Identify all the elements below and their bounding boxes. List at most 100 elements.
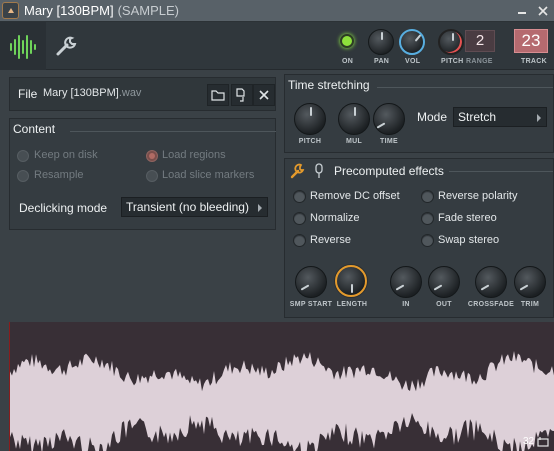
swap-stereo-label: Swap stereo bbox=[438, 234, 500, 246]
file-label: File bbox=[18, 87, 38, 101]
wrench-icon bbox=[56, 36, 77, 56]
fade-stereo-radio[interactable] bbox=[421, 212, 434, 225]
title-bar[interactable]: Mary [130BPM] (SAMPLE) bbox=[0, 0, 554, 22]
trim-knob[interactable] bbox=[514, 266, 546, 298]
open-file-button[interactable] bbox=[207, 84, 229, 106]
fade-in-knob-indicator bbox=[395, 284, 405, 291]
on-label: ON bbox=[342, 58, 354, 65]
trim-knob-indicator bbox=[519, 284, 529, 291]
reverse-label: Reverse bbox=[310, 234, 351, 246]
precomputed-effects-panel: Precomputed effects Remove DC offset Rev… bbox=[284, 158, 554, 318]
waveform-display[interactable] bbox=[9, 322, 554, 451]
crossfade-knob[interactable] bbox=[475, 266, 507, 298]
stretch-mode-select[interactable]: Stretch bbox=[453, 107, 547, 127]
declicking-mode-value: Transient (no bleeding) bbox=[126, 200, 249, 214]
volume-knob-indicator bbox=[414, 34, 422, 42]
microphone-icon[interactable] bbox=[313, 163, 325, 179]
length-knob-indicator bbox=[351, 284, 353, 293]
resample-label: Resample bbox=[34, 169, 84, 181]
length-label: LENGTH bbox=[336, 301, 368, 308]
minimize-icon bbox=[518, 12, 526, 14]
precomputed-effects-title: Precomputed effects bbox=[334, 164, 444, 178]
file-name[interactable]: Mary [130BPM].wav bbox=[43, 87, 141, 99]
content-panel: Content Keep on disk Load regions Resamp… bbox=[9, 118, 276, 230]
waveform-icon bbox=[10, 35, 36, 59]
stretch-pitch-label: PITCH bbox=[298, 138, 322, 145]
folder-icon bbox=[211, 90, 225, 101]
remove-dc-offset-radio[interactable] bbox=[293, 190, 306, 203]
remove-file-button[interactable] bbox=[253, 84, 275, 106]
pitch-range-value[interactable]: 2 bbox=[465, 30, 495, 52]
stretch-pitch-knob[interactable] bbox=[294, 103, 326, 135]
window-menu-icon[interactable] bbox=[2, 2, 19, 19]
load-slice-markers-label: Load slice markers bbox=[162, 169, 255, 181]
locate-file-button[interactable] bbox=[231, 84, 253, 106]
keep-on-disk-radio[interactable] bbox=[17, 150, 29, 162]
effects-divider bbox=[449, 171, 553, 172]
fade-in-knob[interactable] bbox=[390, 266, 422, 298]
close-icon bbox=[259, 90, 269, 100]
stretch-pitch-knob-indicator bbox=[310, 107, 312, 116]
dropdown-arrow-icon bbox=[537, 114, 541, 122]
fade-out-knob-indicator bbox=[433, 284, 443, 291]
fade-stereo-label: Fade stereo bbox=[438, 212, 497, 224]
content-title: Content bbox=[13, 122, 56, 136]
fade-out-label: OUT bbox=[436, 301, 452, 308]
waveform-graphic bbox=[10, 351, 554, 451]
pitch-label: PITCH bbox=[441, 58, 464, 65]
length-knob[interactable] bbox=[335, 265, 367, 297]
stretch-mul-knob[interactable] bbox=[338, 103, 370, 135]
channel-toolbar: ON PAN VOL PITCH 2 RANGE 23 TRACK bbox=[0, 22, 554, 70]
stretch-time-label: TIME bbox=[380, 138, 398, 145]
stretch-mul-label: MUL bbox=[345, 138, 363, 145]
load-regions-label: Load regions bbox=[162, 149, 226, 161]
pitch-knob[interactable] bbox=[438, 29, 464, 55]
load-regions-radio[interactable] bbox=[146, 150, 158, 162]
remove-dc-offset-label: Remove DC offset bbox=[310, 190, 400, 202]
file-extension: .wav bbox=[118, 87, 142, 99]
time-stretching-panel: Time stretching PITCH MUL TIME Mode Stre… bbox=[284, 74, 554, 153]
window-subtitle: (SAMPLE) bbox=[117, 3, 179, 18]
normalize-label: Normalize bbox=[310, 212, 360, 224]
crossfade-knob-indicator bbox=[480, 284, 490, 291]
volume-knob[interactable] bbox=[399, 29, 425, 55]
minimize-button[interactable] bbox=[514, 3, 530, 19]
range-label: RANGE bbox=[466, 58, 493, 65]
stretch-mode-label: Mode bbox=[417, 110, 448, 124]
load-slice-markers-radio[interactable] bbox=[146, 170, 158, 182]
mixer-track-value[interactable]: 23 bbox=[514, 29, 548, 53]
locate-file-icon bbox=[236, 88, 245, 102]
pan-label: PAN bbox=[374, 58, 390, 65]
file-panel: File Mary [130BPM].wav bbox=[9, 77, 276, 111]
close-button[interactable] bbox=[535, 3, 551, 19]
fade-out-knob[interactable] bbox=[428, 266, 460, 298]
keep-on-disk-label: Keep on disk bbox=[34, 149, 98, 161]
crossfade-label: CROSSFADE bbox=[467, 301, 515, 308]
reverse-polarity-radio[interactable] bbox=[421, 190, 434, 203]
normalize-radio[interactable] bbox=[293, 212, 306, 225]
pitch-knob-indicator bbox=[452, 33, 454, 41]
swap-stereo-radio[interactable] bbox=[421, 234, 434, 247]
stretch-time-knob-indicator bbox=[376, 122, 386, 129]
sample-start-knob[interactable] bbox=[295, 266, 327, 298]
sample-channel-window: Mary [130BPM] (SAMPLE) ON PAN VOL PITCH … bbox=[0, 0, 554, 451]
window-title-text: Mary [130BPM] bbox=[24, 3, 114, 18]
reverse-radio[interactable] bbox=[293, 234, 306, 247]
stretch-time-knob[interactable] bbox=[373, 103, 405, 135]
vol-label: VOL bbox=[405, 58, 421, 65]
pan-knob-indicator bbox=[381, 32, 383, 40]
close-icon bbox=[538, 6, 548, 16]
waveform-shape bbox=[10, 351, 554, 451]
loop-icon[interactable] bbox=[537, 437, 549, 447]
file-name-text: Mary [130BPM] bbox=[43, 87, 119, 99]
declicking-mode-label: Declicking mode bbox=[19, 201, 108, 215]
pan-knob[interactable] bbox=[368, 29, 394, 55]
tab-waveform[interactable] bbox=[0, 22, 46, 70]
tab-settings[interactable] bbox=[52, 32, 80, 60]
trim-label: TRIM bbox=[520, 301, 540, 308]
wrench-icon[interactable] bbox=[290, 163, 306, 179]
resample-radio[interactable] bbox=[17, 170, 29, 182]
channel-on-led[interactable] bbox=[340, 34, 354, 48]
content-divider bbox=[70, 131, 276, 132]
declicking-mode-select[interactable]: Transient (no bleeding) bbox=[121, 197, 268, 217]
